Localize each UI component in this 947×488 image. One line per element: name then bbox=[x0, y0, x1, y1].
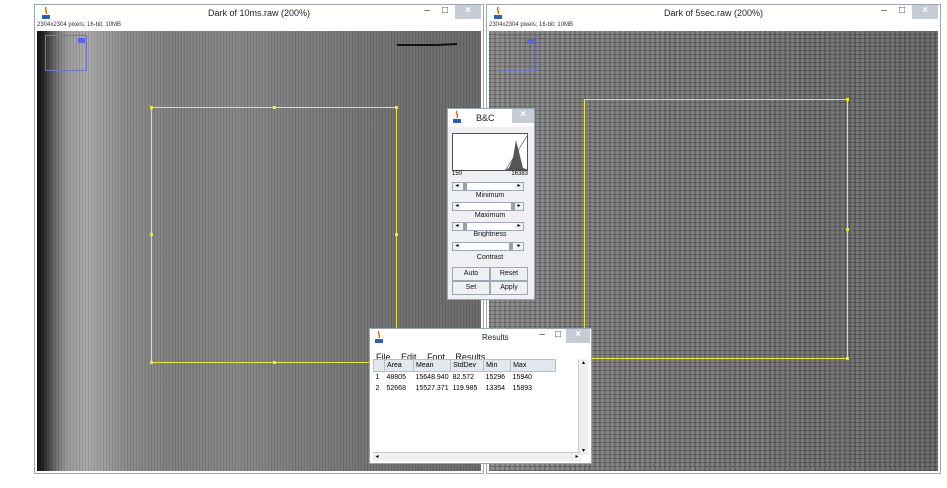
close-button[interactable]: × bbox=[512, 109, 534, 123]
arrow-right-icon[interactable]: ▸ bbox=[515, 203, 523, 210]
column-header[interactable]: Mean bbox=[412, 359, 452, 372]
arrow-left-icon[interactable]: ◂ bbox=[453, 223, 461, 230]
results-window[interactable]: Results – □ × File Edit Font Results Are… bbox=[369, 328, 592, 464]
roi-handle[interactable] bbox=[395, 106, 398, 109]
roi-handle[interactable] bbox=[395, 233, 398, 236]
arrow-right-icon[interactable]: ▸ bbox=[515, 243, 523, 250]
column-header[interactable]: Max bbox=[510, 359, 557, 372]
table-cell: 48805 bbox=[386, 374, 406, 381]
arrow-right-icon[interactable]: ▸ bbox=[515, 223, 523, 230]
table-cell: 13354 bbox=[485, 385, 506, 392]
close-button[interactable]: × bbox=[566, 329, 590, 343]
table-cell: 15527.371 bbox=[415, 385, 449, 392]
roi-rectangle[interactable] bbox=[584, 98, 849, 360]
maximize-button[interactable]: □ bbox=[894, 5, 910, 19]
bc-title: B&C bbox=[476, 113, 495, 123]
left-title-bar[interactable]: Dark of 10ms.raw (200%) – □ × bbox=[35, 5, 483, 23]
image-info: 2304x2304 pixels; 16-bit; 10MB bbox=[489, 22, 574, 28]
roi-handle[interactable] bbox=[846, 98, 849, 101]
auto-button[interactable]: Auto bbox=[452, 267, 490, 281]
maximum-label: Maximum bbox=[474, 212, 506, 219]
roi-handle[interactable] bbox=[273, 361, 276, 364]
contrast-slider[interactable]: ◂ ▸ bbox=[452, 242, 524, 251]
minimum-label: Minimum bbox=[475, 192, 505, 199]
column-header[interactable]: Area bbox=[384, 359, 414, 372]
table-cell: 15648.940 bbox=[415, 374, 449, 381]
hist-min-value: 150 bbox=[452, 171, 463, 177]
minimum-slider[interactable]: ◂ ▸ bbox=[452, 182, 524, 191]
histogram-graph bbox=[505, 135, 527, 170]
dark-streak bbox=[397, 43, 457, 46]
table-cell: 1 bbox=[375, 374, 380, 381]
java-icon bbox=[375, 330, 383, 343]
table-cell: 82.572 bbox=[452, 374, 475, 381]
maximize-button[interactable]: □ bbox=[550, 329, 566, 343]
column-header[interactable]: Min bbox=[483, 359, 512, 372]
slider-knob[interactable] bbox=[463, 183, 467, 190]
arrow-left-icon[interactable]: ◂ bbox=[453, 183, 461, 190]
right-window-title: Dark of 5sec.raw (200%) bbox=[663, 8, 764, 18]
maximum-slider[interactable]: ◂ ▸ bbox=[452, 202, 524, 211]
java-icon bbox=[453, 110, 461, 123]
brightness-label: Brightness bbox=[473, 231, 507, 237]
roi-handle[interactable] bbox=[273, 106, 276, 109]
roi-handle[interactable] bbox=[846, 228, 849, 231]
roi-handle[interactable] bbox=[150, 361, 153, 364]
close-button[interactable]: × bbox=[455, 5, 481, 19]
minimize-button[interactable]: – bbox=[534, 329, 550, 343]
maximize-button[interactable]: □ bbox=[437, 5, 453, 19]
image-info: 2304x2304 pixels; 16-bit; 10MB bbox=[37, 22, 122, 28]
results-title: Results bbox=[482, 333, 509, 342]
horizontal-scrollbar[interactable]: ◂ ▸ bbox=[373, 452, 581, 461]
results-title-bar[interactable]: Results – □ × bbox=[370, 329, 591, 345]
column-header[interactable] bbox=[373, 359, 385, 372]
vertical-scrollbar[interactable]: ▴ ▾ bbox=[578, 359, 588, 455]
minimize-button[interactable]: – bbox=[876, 5, 892, 19]
results-table-area[interactable]: Area Mean StdDev Min Max 1 48805 15648.9… bbox=[373, 359, 581, 457]
table-cell: 15296 bbox=[485, 374, 506, 381]
apply-button[interactable]: Apply bbox=[490, 281, 528, 295]
slider-knob[interactable] bbox=[509, 243, 513, 250]
minimize-button[interactable]: – bbox=[419, 5, 435, 19]
right-title-bar[interactable]: Dark of 5sec.raw (200%) – □ × bbox=[487, 5, 940, 23]
slider-knob[interactable] bbox=[463, 223, 467, 230]
brightness-contrast-window[interactable]: B&C × 150 16383 ◂ ▸ Minimum ◂ ▸ Maximum … bbox=[447, 108, 535, 300]
roi-handle[interactable] bbox=[846, 357, 849, 360]
table-cell: 15893 bbox=[512, 385, 533, 392]
arrow-right-icon[interactable]: ▸ bbox=[515, 183, 523, 190]
navigator-marker bbox=[527, 39, 534, 44]
hist-max-value: 16383 bbox=[511, 171, 528, 177]
scroll-up-icon[interactable]: ▴ bbox=[579, 359, 588, 367]
results-table: Area Mean StdDev Min Max 1 48805 15648.9… bbox=[373, 359, 557, 394]
bc-title-bar[interactable]: B&C × bbox=[448, 109, 534, 127]
column-header[interactable]: StdDev bbox=[450, 359, 485, 372]
left-window-title: Dark of 10ms.raw (200%) bbox=[207, 8, 311, 18]
arrow-left-icon[interactable]: ◂ bbox=[453, 203, 461, 210]
close-button[interactable]: × bbox=[912, 5, 938, 19]
contrast-label: Contrast bbox=[476, 254, 504, 261]
roi-handle[interactable] bbox=[150, 106, 153, 109]
arrow-left-icon[interactable]: ◂ bbox=[453, 243, 461, 250]
roi-rectangle[interactable] bbox=[150, 106, 398, 364]
scroll-right-icon[interactable]: ▸ bbox=[573, 453, 581, 461]
roi-handle[interactable] bbox=[150, 233, 153, 236]
brightness-slider[interactable]: ◂ ▸ bbox=[452, 222, 524, 231]
table-row[interactable]: 2 52668 15527.371 119.985 13354 15893 bbox=[374, 383, 556, 394]
table-cell: 52668 bbox=[386, 385, 406, 392]
table-cell: 15940 bbox=[512, 374, 533, 381]
table-row[interactable]: 1 48805 15648.940 82.572 15296 15940 bbox=[374, 372, 556, 384]
table-cell: 119.985 bbox=[452, 385, 478, 392]
table-cell: 2 bbox=[375, 385, 380, 392]
table-header-row: Area Mean StdDev Min Max bbox=[373, 359, 557, 372]
reset-button[interactable]: Reset bbox=[490, 267, 528, 281]
navigator-marker bbox=[78, 38, 85, 43]
set-button[interactable]: Set bbox=[452, 281, 490, 295]
histogram-plot bbox=[452, 133, 528, 171]
scroll-left-icon[interactable]: ◂ bbox=[373, 453, 381, 461]
